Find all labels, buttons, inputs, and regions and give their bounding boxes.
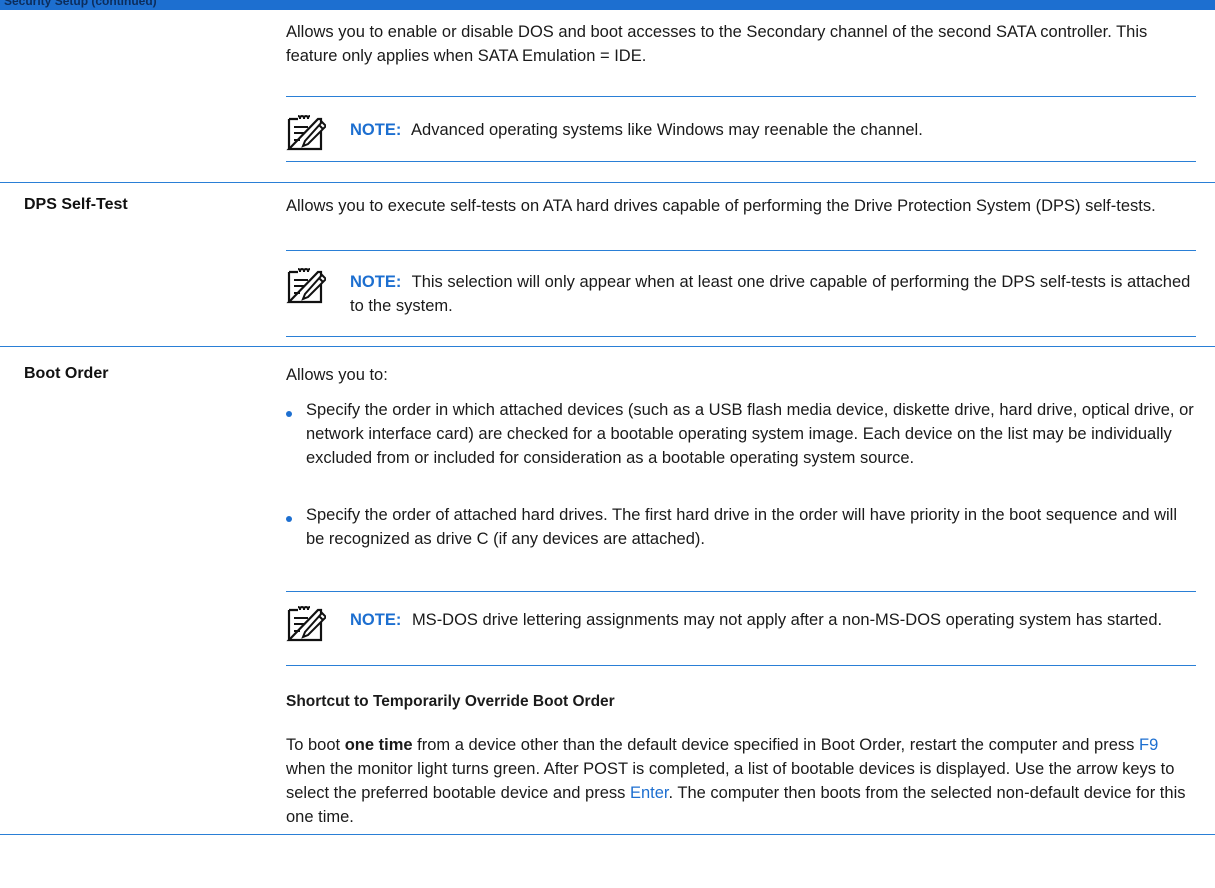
note-icon xyxy=(286,604,326,644)
row1-description: Allows you to enable or disable DOS and … xyxy=(286,23,1148,65)
note-tag: NOTE: xyxy=(350,121,402,139)
note-bottom-rule xyxy=(286,665,1196,666)
page-header-bar: Security Setup (continued) xyxy=(0,0,1215,10)
row-divider xyxy=(0,834,1215,835)
section-subheading: Shortcut to Temporarily Override Boot Or… xyxy=(286,693,615,710)
note-text: This selection will only appear when at … xyxy=(350,273,1191,315)
note-text: MS-DOS drive lettering assignments may n… xyxy=(411,611,1163,629)
key-f9: F9 xyxy=(1138,736,1159,754)
bullet-item: Specify the order of attached hard drive… xyxy=(306,506,1177,548)
note-tag: NOTE: xyxy=(350,611,402,629)
note-text: Advanced operating systems like Windows … xyxy=(411,121,923,139)
row-divider xyxy=(0,182,1215,183)
note-icon xyxy=(286,266,326,306)
row2-note: NOTE: This selection will only appear wh… xyxy=(350,270,1196,318)
row3-intro: Allows you to: xyxy=(286,366,388,384)
row-label-boot-order: Boot Order xyxy=(24,365,109,382)
note-bottom-rule xyxy=(286,161,1196,162)
shortcut-paragraph: To boot one time from a device other tha… xyxy=(286,733,1196,829)
key-enter: Enter xyxy=(629,784,669,802)
note-bottom-rule xyxy=(286,336,1196,337)
note-top-rule xyxy=(286,250,1196,251)
bullet-item: Specify the order in which attached devi… xyxy=(306,401,1194,467)
note-top-rule xyxy=(286,96,1196,97)
row3-note: NOTE: MS-DOS drive lettering assignments… xyxy=(350,608,1196,632)
row1-note: NOTE: Advanced operating systems like Wi… xyxy=(350,118,1196,142)
row2-description: Allows you to execute self-tests on ATA … xyxy=(286,197,1156,215)
note-icon xyxy=(286,113,326,153)
note-tag: NOTE: xyxy=(350,273,402,291)
row-divider xyxy=(0,346,1215,347)
para-text: from a device other than the default dev… xyxy=(412,736,1139,754)
para-text: To boot xyxy=(286,736,345,754)
bullet-dot xyxy=(286,411,292,417)
bullet-dot xyxy=(286,516,292,522)
row-label-dps-self-test: DPS Self-Test xyxy=(24,196,128,213)
page-header-text: Security Setup (continued) xyxy=(4,0,157,8)
note-top-rule xyxy=(286,591,1196,592)
para-emphasis: one time xyxy=(344,736,413,754)
